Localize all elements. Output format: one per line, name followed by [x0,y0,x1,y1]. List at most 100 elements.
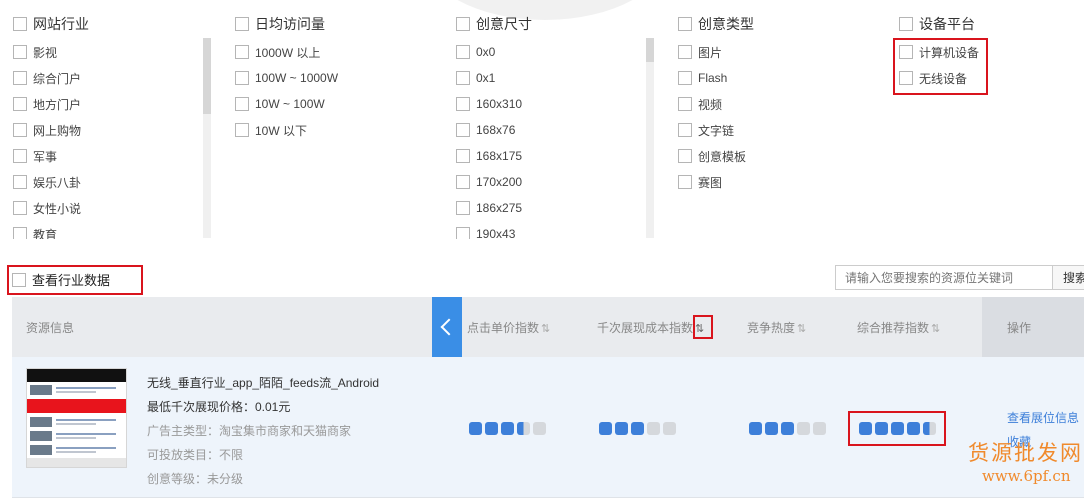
filter-option[interactable]: 赛图 [678,169,858,195]
option-checkbox[interactable] [678,71,692,85]
filter-option[interactable]: 160x310 [456,91,636,117]
filter-device-platform: 设备平台 计算机设备 无线设备 [899,14,979,86]
option-label: 1000W 以上 [255,45,321,60]
option-checkbox[interactable] [456,97,470,111]
option-label: 视频 [698,97,723,112]
header-competition[interactable]: 竞争热度 ⇅ [747,319,806,336]
filter-option[interactable]: 0x0 [456,39,636,65]
rating-dot [615,422,628,435]
filter-option[interactable]: 图片 [678,39,858,65]
sort-icon[interactable]: ⇅ [797,323,806,335]
filter-option[interactable]: 创意模板 [678,143,858,169]
view-placement-info-link[interactable]: 查看展位信息 [1007,409,1079,426]
filter-option[interactable]: 视频 [678,91,858,117]
filter-option[interactable]: 女性小说 [13,195,203,221]
option-label: 10W 以下 [255,123,308,138]
filter-option[interactable]: 168x76 [456,117,636,143]
filter-industry-checkbox[interactable] [13,17,27,31]
option-checkbox[interactable] [456,175,470,189]
option-checkbox[interactable] [13,71,27,85]
option-checkbox[interactable] [456,123,470,137]
filter-type-header[interactable]: 创意类型 [678,14,754,34]
filter-size-scrollbar[interactable] [646,38,654,238]
option-checkbox[interactable] [678,45,692,59]
filter-option[interactable]: 1000W 以上 [235,39,435,65]
filter-option[interactable]: 10W ~ 100W [235,91,435,117]
option-checkbox[interactable] [13,45,27,59]
filter-option[interactable]: 190x43 [456,221,636,239]
option-checkbox[interactable] [13,175,27,189]
filter-device-checkbox[interactable] [899,17,913,31]
filter-option[interactable]: 影视 [13,39,203,65]
filter-option[interactable]: 168x175 [456,143,636,169]
option-checkbox[interactable] [456,149,470,163]
rating-dot [797,422,810,435]
option-checkbox[interactable] [678,97,692,111]
thumbnail-feed-item [30,431,123,441]
option-label: 女性小说 [33,201,82,216]
option-checkbox[interactable] [678,123,692,137]
filter-size-checkbox[interactable] [456,17,470,31]
option-checkbox[interactable] [456,71,470,85]
sort-icon[interactable]: ⇅ [541,323,550,335]
chevron-left-icon[interactable] [432,297,462,357]
option-label: 军事 [33,149,58,164]
filter-option[interactable]: 0x1 [456,65,636,91]
filter-option[interactable]: 100W ~ 1000W [235,65,435,91]
thumbnail-feed-item [30,417,123,427]
filter-option[interactable]: 186x275 [456,195,636,221]
filter-option[interactable]: 娱乐八卦 [13,169,203,195]
rating-dot [663,422,676,435]
filter-option[interactable]: 文字链 [678,117,858,143]
header-competition-label: 竞争热度 [747,321,796,335]
option-checkbox[interactable] [13,97,27,111]
scrollbar-thumb[interactable] [646,38,654,62]
option-checkbox[interactable] [678,149,692,163]
option-checkbox[interactable] [456,201,470,215]
option-checkbox[interactable] [235,97,249,111]
filter-creative-size: 创意尺寸 0x0 0x1 160x310 168x76 168x175 170x… [456,14,532,239]
watermark-title: 货源批发网 [968,441,1083,465]
filter-type-checkbox[interactable] [678,17,692,31]
filter-industry-scrollbar[interactable] [203,38,211,238]
resource-title[interactable]: 无线_垂直行业_app_陌陌_feeds流_Android [147,374,379,391]
option-checkbox[interactable] [456,227,470,239]
filter-option[interactable]: 综合门户 [13,65,203,91]
filter-option[interactable]: 10W 以下 [235,117,435,143]
header-cpm[interactable]: 千次展现成本指数 ⇅ [597,319,704,336]
filter-option[interactable]: Flash [678,65,858,91]
option-checkbox[interactable] [235,45,249,59]
filter-option[interactable]: 军事 [13,143,203,169]
filter-device-header[interactable]: 设备平台 [899,14,975,34]
option-checkbox[interactable] [456,45,470,59]
option-checkbox[interactable] [235,71,249,85]
search-button[interactable]: 搜索 [1053,265,1084,290]
rating-dot [647,422,660,435]
resource-thumbnail[interactable] [26,368,127,468]
header-recommend[interactable]: 综合推荐指数 ⇅ [857,319,940,336]
header-resource: 资源信息 [26,321,75,335]
filter-visits-header[interactable]: 日均访问量 [235,14,325,34]
filter-option[interactable]: 地方门户 [13,91,203,117]
filter-device-title: 设备平台 [919,16,975,32]
search-input[interactable] [835,265,1053,290]
sort-icon[interactable]: ⇅ [931,323,940,335]
option-checkbox[interactable] [13,227,27,239]
scrollbar-thumb[interactable] [203,38,211,114]
header-click-price[interactable]: 点击单价指数 ⇅ [467,319,550,336]
rating-dot [517,422,530,435]
filter-type-list: 图片 Flash 视频 文字链 创意模板 赛图 [678,39,858,239]
option-label: 综合门户 [33,71,82,86]
filter-option[interactable]: 170x200 [456,169,636,195]
filter-visits-checkbox[interactable] [235,17,249,31]
header-click-price-label: 点击单价指数 [467,321,540,335]
filter-size-header[interactable]: 创意尺寸 [456,14,532,34]
option-checkbox[interactable] [678,175,692,189]
filter-industry-header[interactable]: 网站行业 [13,14,89,34]
filter-option[interactable]: 教育 [13,221,203,239]
option-checkbox[interactable] [235,123,249,137]
option-checkbox[interactable] [13,123,27,137]
option-checkbox[interactable] [13,201,27,215]
option-checkbox[interactable] [13,149,27,163]
filter-option[interactable]: 网上购物 [13,117,203,143]
